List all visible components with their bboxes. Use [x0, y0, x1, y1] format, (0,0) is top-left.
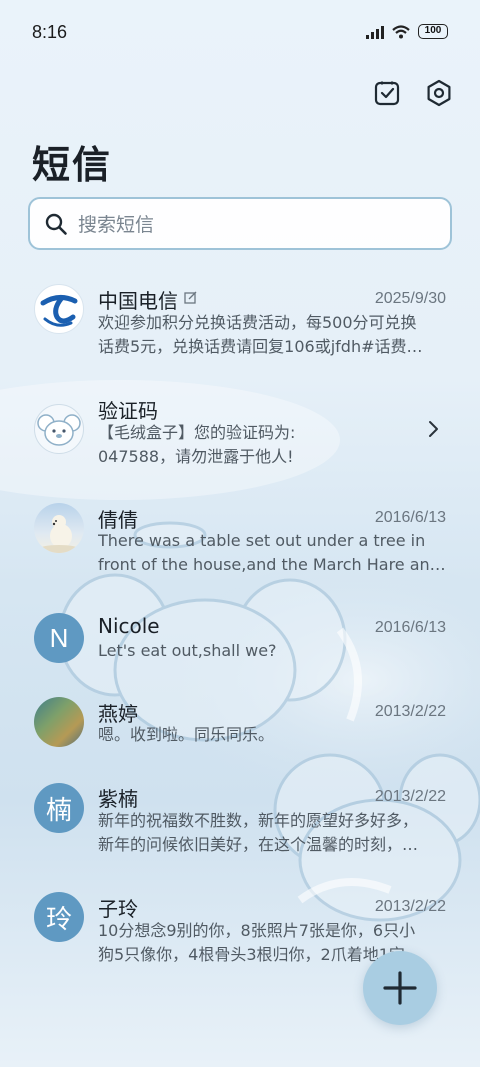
message-date: 2025/9/30 — [374, 290, 446, 307]
select-checkbox-icon[interactable] — [372, 78, 402, 108]
message-preview: 嗯。收到啦。同乐同乐。 — [98, 723, 446, 747]
conversation-item[interactable]: 中国电信 2025/9/30 欢迎参加积分兑换话费活动，每500分可兑换 话费5… — [0, 272, 480, 372]
conversation-item[interactable]: N Nicole 2016/6/13 Let's eat out,shall w… — [0, 602, 480, 676]
new-message-button[interactable] — [363, 951, 437, 1025]
preview-line-2: 新年的问候依旧美好，在这个温馨的时刻，… — [98, 835, 419, 854]
conversation-item[interactable]: 楠 紫楠 2013/2/22 新年的祝福数不胜数，新年的愿望好多好多， 新年的问… — [0, 774, 480, 874]
message-date: 2016/6/13 — [374, 509, 446, 526]
message-preview: 欢迎参加积分兑换话费活动，每500分可兑换 话费5元，兑换话费请回复106或jf… — [98, 311, 446, 359]
preview-line-1: 新年的祝福数不胜数，新年的愿望好多好多， — [98, 811, 419, 830]
contact-name: 验证码 — [98, 399, 158, 423]
preview-line-2: front of the house,and the March Hare an… — [98, 555, 446, 574]
plus-icon — [383, 971, 417, 1005]
message-preview: 【毛绒盒子】您的验证码为: 047588，请勿泄露于他人! — [98, 421, 446, 469]
preview-line-1: 欢迎参加积分兑换话费活动，每500分可兑换 — [98, 313, 417, 332]
conversation-item[interactable]: 燕婷 2013/2/22 嗯。收到啦。同乐同乐。 — [0, 690, 480, 764]
conversation-item[interactable]: 验证码 【毛绒盒子】您的验证码为: 047588，请勿泄露于他人! — [0, 382, 480, 482]
message-date: 2013/2/22 — [374, 703, 446, 720]
chevron-right-icon[interactable] — [428, 420, 440, 438]
message-preview: There was a table set out under a tree i… — [98, 529, 446, 577]
search-input[interactable]: 搜索短信 — [28, 197, 452, 250]
edit-square-icon — [184, 291, 197, 304]
china-telecom-logo — [34, 284, 84, 334]
search-placeholder: 搜索短信 — [78, 214, 155, 236]
top-actions — [372, 78, 454, 108]
status-time: 8:16 — [32, 22, 68, 42]
status-bar: 8:16 100 — [0, 0, 480, 66]
preview-line-2: 话费5元，兑换话费请回复106或jfdh#话费… — [98, 337, 423, 356]
preview-line-1: 【毛绒盒子】您的验证码为: — [98, 423, 296, 442]
polar-bear-photo — [34, 503, 84, 553]
contact-name: 中国电信 — [98, 289, 178, 313]
settings-hexagon-icon[interactable] — [424, 78, 454, 108]
message-preview: Let's eat out,shall we? — [98, 639, 446, 663]
conversation-item[interactable]: 倩倩 2016/6/13 There was a table set out u… — [0, 492, 480, 592]
status-icons: 100 — [366, 24, 448, 39]
message-date: 2013/2/22 — [374, 898, 446, 915]
wifi-icon — [392, 24, 410, 38]
battery-icon: 100 — [418, 24, 448, 39]
page-title: 短信 — [32, 143, 113, 187]
landscape-photo — [34, 697, 84, 747]
contact-name: 子玲 — [98, 897, 138, 921]
preview-line-1: 10分想念9别的你，8张照片7张是你，6只小 — [98, 921, 416, 940]
preview-line-1: There was a table set out under a tree i… — [98, 531, 426, 550]
message-date: 2013/2/22 — [374, 788, 446, 805]
message-date: 2016/6/13 — [374, 619, 446, 636]
contact-avatar: 玲 — [34, 892, 84, 942]
preview-line-2: 047588，请勿泄露于他人! — [98, 447, 294, 466]
cartoon-avatar — [34, 404, 84, 454]
contact-name: 紫楠 — [98, 787, 138, 811]
contact-avatar: N — [34, 613, 84, 663]
preview-line-1: 嗯。收到啦。同乐同乐。 — [98, 725, 275, 744]
signal-icon — [366, 25, 384, 39]
search-icon — [45, 213, 67, 235]
contact-name: Nicole — [98, 614, 160, 638]
contact-avatar: 楠 — [34, 783, 84, 833]
message-preview: 新年的祝福数不胜数，新年的愿望好多好多， 新年的问候依旧美好，在这个温馨的时刻，… — [98, 809, 446, 857]
preview-line-1: Let's eat out,shall we? — [98, 641, 277, 660]
